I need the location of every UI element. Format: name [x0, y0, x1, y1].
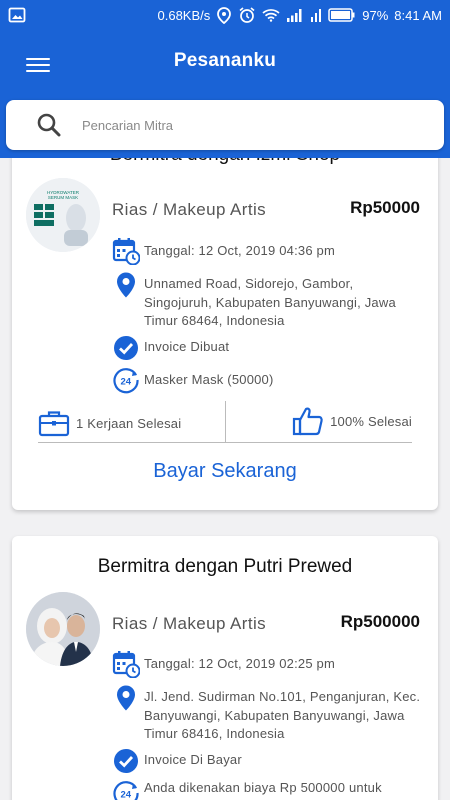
pay-now-button[interactable]: Bayar Sekarang	[12, 460, 438, 483]
partner-category: Rias / Makeup Artis	[112, 614, 267, 633]
24-hours-icon: 24	[113, 781, 139, 800]
couple-photo-image	[26, 592, 100, 666]
order-date: Tanggal: 12 Oct, 2019 04:36 pm	[144, 243, 336, 258]
briefcase-icon	[38, 411, 70, 437]
svg-text:24: 24	[121, 376, 132, 387]
page-title: Pesananku	[173, 50, 277, 71]
completion-stat: 100% Selesai	[292, 405, 412, 437]
gallery-notification-icon	[8, 7, 26, 23]
search-bar	[6, 100, 444, 150]
service-note-row: 24 Anda dikenakan biaya Rp 500000 untuk …	[112, 779, 424, 800]
battery-level: 97%	[362, 7, 389, 23]
order-stats: 1 Kerjaan Selesai 100% Selesai	[38, 401, 412, 443]
24-hours-icon: 24	[113, 368, 139, 394]
location-pin-icon	[117, 272, 135, 298]
clock: 8:41 AM	[394, 7, 442, 23]
jobs-done-stat: 1 Kerjaan Selesai	[38, 409, 181, 437]
check-circle-icon	[114, 749, 138, 773]
jobs-done-text: 1 Kerjaan Selesai	[76, 415, 182, 431]
invoice-status-row: Invoice Di Bayar	[112, 747, 424, 775]
network-speed: 0.68KB/s	[157, 7, 211, 23]
order-address-row: Jl. Jend. Sudirman No.101, Penganjuran, …	[112, 684, 424, 744]
order-address: Unnamed Road, Sidorejo, Gambor, Singojur…	[144, 276, 396, 328]
location-status-icon	[217, 6, 232, 24]
invoice-status: Invoice Dibuat	[144, 339, 230, 354]
order-title: Bermitra dengan Izmi Shop	[12, 158, 438, 166]
order-title: Bermitra dengan Putri Prewed	[97, 556, 353, 577]
calendar-clock-icon	[112, 238, 140, 265]
location-pin-icon	[117, 685, 135, 711]
search-input[interactable]	[82, 117, 402, 133]
wifi-icon	[262, 9, 280, 22]
svg-text:24: 24	[121, 789, 132, 800]
serum-mask-product-image: HYDROWATER SERUM MASK	[26, 178, 100, 252]
order-list: Bermitra dengan Izmi Shop HYDROWATER SER…	[0, 158, 450, 800]
partner-category: Rias / Makeup Artis	[112, 200, 267, 219]
check-circle-icon	[114, 336, 138, 360]
service-note: Anda dikenakan biaya Rp 500000 untuk pem…	[144, 780, 382, 800]
order-card[interactable]: Bermitra dengan Izmi Shop HYDROWATER SER…	[12, 158, 438, 510]
service-note: Masker Mask (50000)	[144, 372, 274, 387]
stats-divider	[225, 401, 226, 443]
thumbs-up-icon	[292, 407, 323, 436]
order-price: Rp50000	[350, 198, 420, 217]
search-icon[interactable]	[36, 112, 62, 138]
order-date-row: Tanggal: 12 Oct, 2019 04:36 pm	[112, 237, 424, 265]
invoice-status-row: Invoice Dibuat	[112, 334, 424, 362]
partner-avatar[interactable]	[26, 592, 100, 666]
service-note-row: 24 Masker Mask (50000)	[112, 366, 424, 394]
order-date-row: Tanggal: 12 Oct, 2019 02:25 pm	[112, 650, 424, 678]
completion-text: 100% Selesai	[330, 413, 412, 429]
order-price: Rp500000	[340, 612, 420, 631]
signal-icon-2	[311, 9, 322, 22]
svg-text:SERUM MASK: SERUM MASK	[48, 195, 78, 200]
order-card[interactable]: Bermitra dengan Putri Prewed Rias / Make…	[12, 536, 438, 800]
calendar-clock-icon	[112, 651, 140, 678]
invoice-status: Invoice Di Bayar	[144, 752, 242, 767]
battery-icon	[328, 8, 355, 22]
order-address-row: Unnamed Road, Sidorejo, Gambor, Singojur…	[112, 271, 424, 331]
status-bar: 0.68KB/s 97% 8:41 AM	[0, 0, 450, 30]
order-address: Jl. Jend. Sudirman No.101, Penganjuran, …	[144, 689, 421, 741]
alarm-icon	[239, 7, 255, 23]
order-date: Tanggal: 12 Oct, 2019 02:25 pm	[144, 656, 336, 671]
partner-avatar[interactable]: HYDROWATER SERUM MASK	[26, 178, 100, 252]
signal-icon	[287, 9, 302, 22]
